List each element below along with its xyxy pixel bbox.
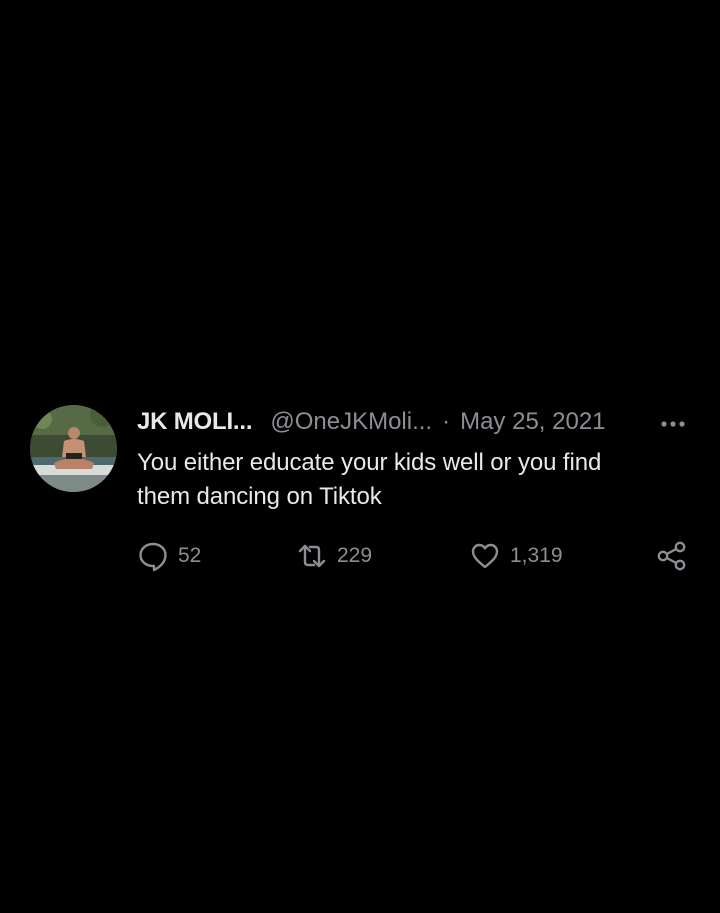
tweet: JK MOLI... @OneJKMoli... · May 25, 2021 … <box>0 0 720 913</box>
like-button[interactable]: 1,319 <box>468 536 563 576</box>
more-options-button[interactable] <box>656 414 690 434</box>
share-button[interactable] <box>655 536 689 576</box>
avatar[interactable] <box>30 405 117 492</box>
share-icon <box>655 539 689 573</box>
reply-button[interactable]: 52 <box>136 536 201 576</box>
display-name[interactable]: JK MOLI... <box>137 408 253 436</box>
retweet-button[interactable]: 229 <box>295 536 372 576</box>
tweet-text-line-1: You either educate your kids well or you… <box>137 449 602 476</box>
tweet-date[interactable]: May 25, 2021 <box>460 408 605 436</box>
tweet-actions: 52 229 1,319 <box>0 536 720 576</box>
tweet-text: You either educate your kids well or you… <box>137 446 697 514</box>
like-count: 1,319 <box>510 544 563 567</box>
tweet-header: JK MOLI... @OneJKMoli... · May 25, 2021 <box>137 404 697 440</box>
more-dots-icon <box>661 421 685 427</box>
reply-count: 52 <box>178 544 202 567</box>
retweet-icon <box>295 539 329 573</box>
tweet-text-line-2: them dancing on Tiktok <box>137 483 382 510</box>
user-handle[interactable]: @OneJKMoli... <box>270 408 432 436</box>
avatar-image <box>30 405 117 492</box>
reply-icon <box>136 539 170 573</box>
retweet-count: 229 <box>337 544 373 567</box>
separator-dot: · <box>442 408 451 435</box>
heart-icon <box>468 539 502 573</box>
